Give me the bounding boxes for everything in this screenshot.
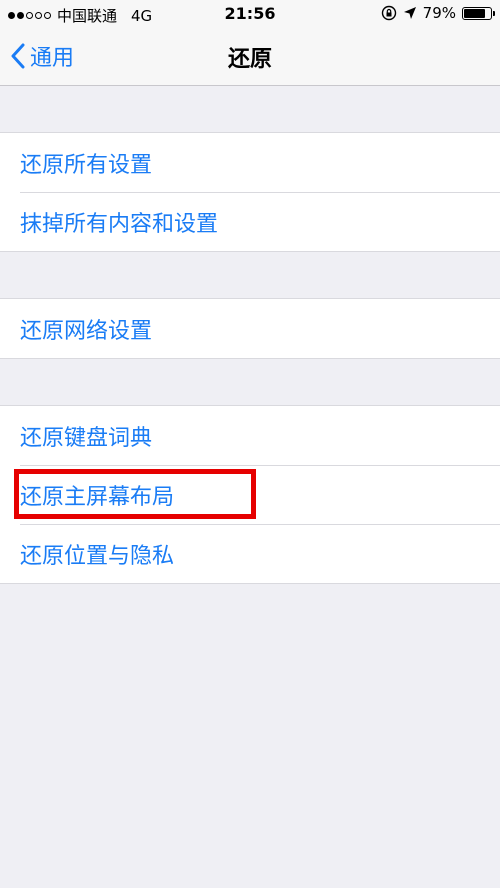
- location-arrow-icon: [403, 7, 416, 19]
- orientation-lock-icon: [381, 5, 396, 21]
- status-bar: 中国联通 4G 21:56 79%: [0, 0, 500, 28]
- battery-fill: [464, 8, 485, 18]
- settings-group-2: 还原网络设置: [0, 298, 500, 359]
- erase-all-content-cell[interactable]: 抹掉所有内容和设置: [0, 192, 500, 251]
- battery-icon: [462, 6, 495, 20]
- nav-bar: 通用 还原: [0, 28, 500, 86]
- reset-network-settings-cell[interactable]: 还原网络设置: [0, 299, 500, 358]
- highlight-annotation: [14, 469, 256, 519]
- status-right: 79%: [381, 4, 495, 22]
- reset-all-settings-cell[interactable]: 还原所有设置: [0, 133, 500, 192]
- reset-location-privacy-cell[interactable]: 还原位置与隐私: [0, 524, 500, 583]
- page-title: 还原: [227, 47, 272, 72]
- reset-keyboard-dictionary-cell[interactable]: 还原键盘词典: [0, 406, 500, 465]
- battery-percent: 79%: [422, 4, 456, 22]
- settings-group-1: 还原所有设置 抹掉所有内容和设置: [0, 132, 500, 252]
